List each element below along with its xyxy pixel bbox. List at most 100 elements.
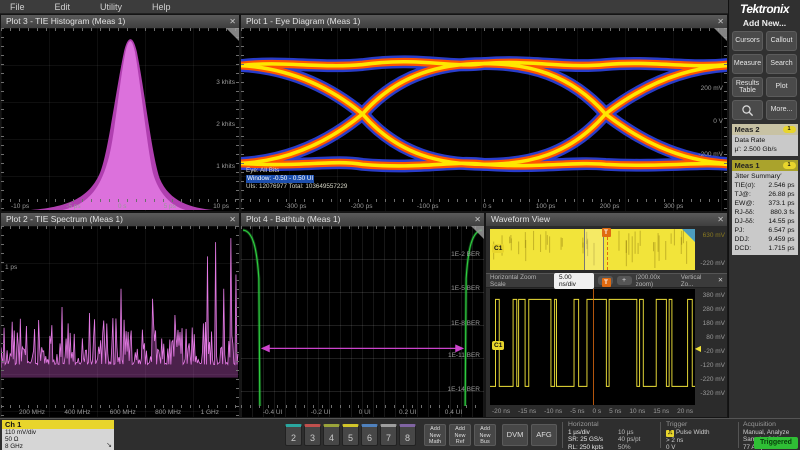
meas2-badge-card[interactable]: Meas 2 1 Data Rate µ': 2.500 Gb/s <box>732 124 798 156</box>
zoom-scale-value[interactable]: 5.00 ns/div <box>554 273 594 289</box>
x-tick: -10 ps <box>11 203 29 210</box>
channel-4-button[interactable]: 4 <box>323 424 340 446</box>
channel-1-badge[interactable]: C1 <box>492 341 504 350</box>
horizontal-settings[interactable]: Horizontal 1 µs/div10 µs SR: 25 GS/s40 p… <box>568 421 656 450</box>
cursors-button[interactable]: Cursors <box>732 31 763 51</box>
add-new-bus-button[interactable]: Add New Bus <box>474 424 496 446</box>
meas-key: EW@: <box>735 199 755 208</box>
callout-button[interactable]: Callout <box>766 31 797 51</box>
waveform-overview-band[interactable] <box>490 229 695 270</box>
channel-1-badge[interactable]: C1 <box>492 244 504 253</box>
resize-handle-icon[interactable] <box>714 28 727 41</box>
channel-1-card[interactable]: Ch 1 110 mV/div 50 Ω 8 GHz ↘ <box>2 420 114 450</box>
expand-icon[interactable]: ↘ <box>106 442 112 449</box>
y-tick: 1 ps <box>5 264 17 271</box>
plot2-title: Plot 2 - TIE Spectrum (Meas 1) <box>6 214 123 224</box>
meas-row: PJ:6.547 ps <box>735 226 795 235</box>
channel-5-button[interactable]: 5 <box>342 424 359 446</box>
close-icon[interactable]: ✕ <box>718 277 723 284</box>
x-tick: -0.4 UI <box>263 409 283 416</box>
x-tick: 5 ns <box>609 408 621 415</box>
zoom-tool-button[interactable] <box>732 100 763 120</box>
sidebar-button-grid: Cursors Callout Measure Search Results T… <box>729 31 800 120</box>
axis-ticks <box>1 226 4 417</box>
divider <box>562 422 563 448</box>
menu-utility[interactable]: Utility <box>100 2 122 12</box>
y-tick: 180 mV <box>703 320 725 327</box>
meas-row: DJ-δδ:14.55 ps <box>735 217 795 226</box>
meas-key: DJ-δδ: <box>735 217 755 226</box>
resize-handle-icon[interactable] <box>226 28 239 41</box>
y-tick: -200 mV <box>698 151 723 158</box>
y-tick: 200 mV <box>701 85 723 92</box>
channel-8-button[interactable]: 8 <box>399 424 416 446</box>
y-tick: 3 khits <box>216 79 235 86</box>
add-new-math-button[interactable]: Add New Math <box>424 424 446 446</box>
channel-2-button[interactable]: 2 <box>285 424 302 446</box>
meas-row: DDJ:9.459 ps <box>735 235 795 244</box>
waveform-title-bar[interactable]: Waveform View ✕ <box>486 213 727 227</box>
button-label: Cursors <box>735 37 760 45</box>
channel-1-card-header: Ch 1 <box>2 420 114 429</box>
label: Ref <box>450 439 470 446</box>
menu-bar: File Edit Utility Help <box>0 0 728 14</box>
zoomed-waveform-plot[interactable] <box>490 289 695 405</box>
button-label: Measure <box>734 60 761 68</box>
trigger-position-marker[interactable]: T <box>602 228 611 237</box>
dvm-button[interactable]: DVM <box>502 424 528 446</box>
axis-ticks <box>1 199 239 202</box>
plot4-title-bar[interactable]: Plot 4 - Bathtub (Meas 1) ✕ <box>241 213 484 227</box>
measure-button[interactable]: Measure <box>732 54 763 74</box>
meas2-header[interactable]: Meas 2 1 <box>732 124 798 135</box>
zoom-region-indicator[interactable] <box>584 229 604 270</box>
close-icon[interactable]: ✕ <box>717 213 724 226</box>
add-new-label: Add New... <box>729 18 800 28</box>
trigger-settings[interactable]: Trigger ⎍ Pulse Width > 2 ns 0 V <box>666 421 734 450</box>
meas1-header[interactable]: Meas 1 1 <box>732 160 798 171</box>
axis-ticks <box>241 28 244 211</box>
zoom-factor-label: (200.00x zoom) <box>636 274 677 288</box>
more-button[interactable]: More... <box>766 100 797 120</box>
y-tick: 380 mV <box>703 292 725 299</box>
menu-help[interactable]: Help <box>152 2 171 12</box>
results-table-button[interactable]: Results Table <box>732 77 763 97</box>
x-tick: -5 ps <box>66 203 80 210</box>
trigger-level-arrow-icon[interactable]: ◀ <box>695 344 701 353</box>
close-icon[interactable]: ✕ <box>474 213 481 226</box>
close-icon[interactable]: ✕ <box>229 15 236 28</box>
menu-file[interactable]: File <box>10 2 25 12</box>
menu-edit[interactable]: Edit <box>55 2 71 12</box>
channel-6-button[interactable]: 6 <box>361 424 378 446</box>
meas1-badge-card[interactable]: Meas 1 1 Jitter Summary′ TIE(σ):2.546 ps… <box>732 160 798 255</box>
x-tick: 200 ps <box>600 203 620 210</box>
plot3-title-bar[interactable]: Plot 3 - TIE Histogram (Meas 1) ✕ <box>1 15 239 29</box>
zoom-scale-label: Horizontal Zoom Scale <box>490 274 550 288</box>
plot1-title-bar[interactable]: Plot 1 - Eye Diagram (Meas 1) ✕ <box>241 15 727 29</box>
zoom-in-button[interactable]: + <box>617 276 632 285</box>
x-tick: -10 ns <box>544 408 562 415</box>
plot-button[interactable]: Plot <box>766 77 797 97</box>
x-tick: 300 ps <box>664 203 684 210</box>
meas-value: 373.1 ps <box>768 199 794 208</box>
search-button[interactable]: Search <box>766 54 797 74</box>
channel-3-button[interactable]: 3 <box>304 424 321 446</box>
axis-ticks <box>724 28 727 211</box>
close-icon[interactable]: ✕ <box>717 15 724 28</box>
button-label: Search <box>770 60 792 68</box>
resize-handle-icon[interactable] <box>682 229 695 242</box>
y-tick: 1E-14 BER <box>447 386 480 393</box>
eye-info-bits: Eye: All Bits <box>246 167 347 175</box>
add-new-ref-button[interactable]: Add New Ref <box>449 424 471 446</box>
close-icon[interactable]: ✕ <box>229 213 236 226</box>
button-label: Plot <box>775 83 787 91</box>
afg-button[interactable]: AFG <box>531 424 557 446</box>
resize-handle-icon[interactable] <box>471 226 484 239</box>
meas1-body: Jitter Summary′ TIE(σ):2.546 ps TJ@:26.8… <box>732 171 798 255</box>
trigger-position-marker[interactable]: T <box>602 278 611 287</box>
plot3-canvas: 3 khits 2 khits 1 khits -10 ps -5 ps 0 s… <box>1 28 239 211</box>
plot2-title-bar[interactable]: Plot 2 - TIE Spectrum (Meas 1) ✕ <box>1 213 239 227</box>
x-tick: 600 MHz <box>110 409 136 416</box>
channel-7-button[interactable]: 7 <box>380 424 397 446</box>
source-badge: 1 <box>783 126 796 133</box>
meas-row: TIE(σ):2.546 ps <box>735 181 795 190</box>
